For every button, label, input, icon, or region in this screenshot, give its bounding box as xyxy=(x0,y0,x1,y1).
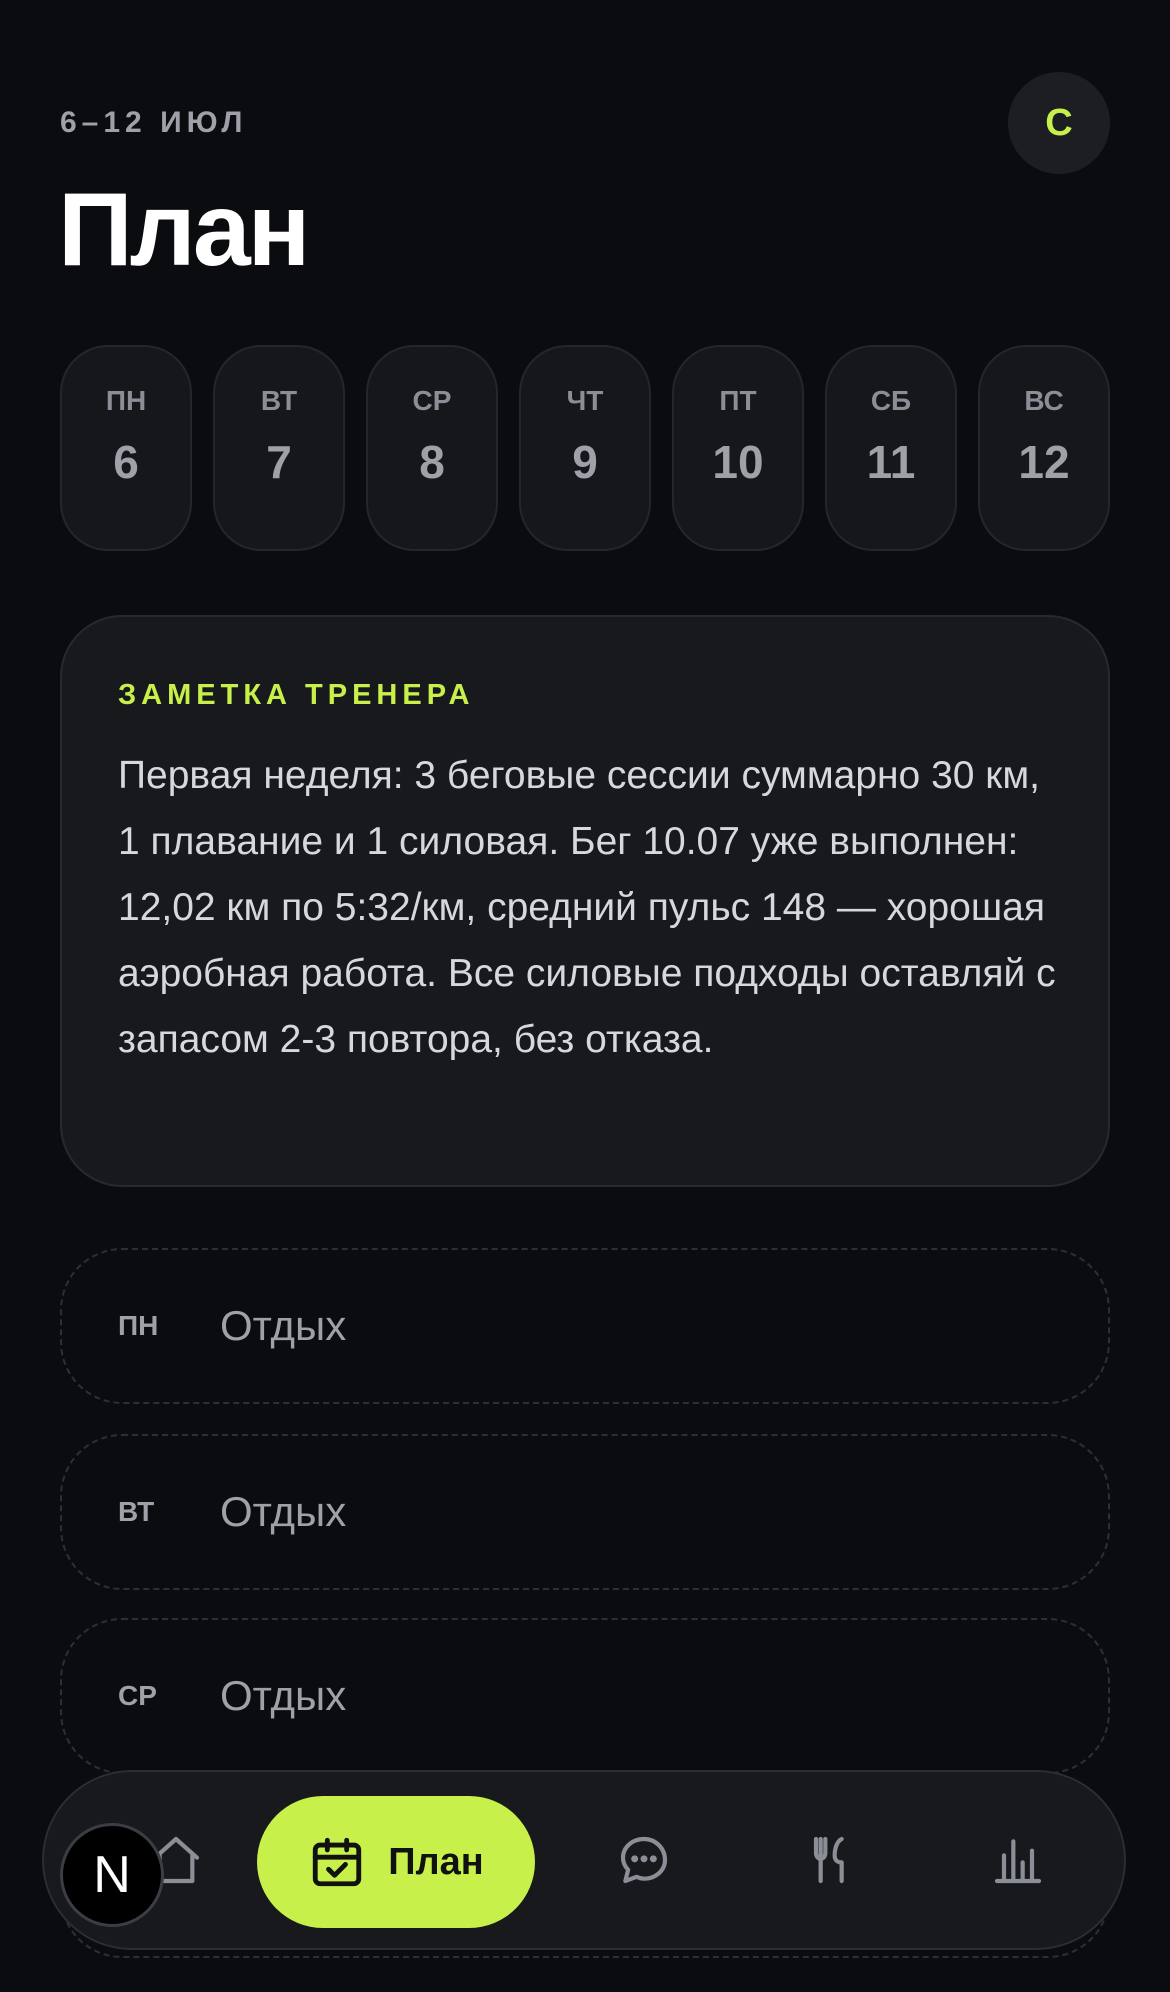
day-pill-weekday: ВС xyxy=(1024,385,1064,416)
day-pill-weekday: ПН xyxy=(105,385,147,416)
day-pill-date: 8 xyxy=(419,436,445,488)
chat-icon xyxy=(620,1836,668,1884)
day-pill-date: 9 xyxy=(572,436,598,488)
bottom-tab-bar: План xyxy=(42,1770,1126,1950)
coach-note-card: ЗАМЕТКА ТРЕНЕРА Первая неделя: 3 беговые… xyxy=(60,615,1110,1187)
schedule-row-status: Отдых xyxy=(220,1302,347,1349)
day-pill-weekday: ЧТ xyxy=(566,385,604,416)
day-pill-date: 7 xyxy=(266,436,292,488)
schedule-row-weekday: ВТ xyxy=(118,1496,155,1527)
day-pill-date: 10 xyxy=(712,436,764,488)
schedule-row-weekday: СР xyxy=(118,1680,157,1711)
tab-plan-label: План xyxy=(388,1840,484,1883)
tab-plan[interactable]: План xyxy=(257,1796,535,1928)
schedule-row-tue[interactable]: ВТ Отдых xyxy=(60,1434,1110,1590)
schedule-row-status: Отдых xyxy=(220,1488,347,1535)
day-pill-sat[interactable]: СБ 11 xyxy=(825,345,957,551)
week-date-range: 6–12 ИЮЛ xyxy=(60,106,248,139)
day-pill-weekday: ПТ xyxy=(719,385,757,416)
schedule-row-weekday: ПН xyxy=(118,1310,159,1341)
schedule-row-status: Отдых xyxy=(220,1672,347,1719)
n-logo-badge[interactable]: N xyxy=(60,1823,164,1927)
tab-chat[interactable] xyxy=(584,1772,704,1948)
day-pill-weekday: СБ xyxy=(870,385,912,416)
day-pill-sun[interactable]: ВС 12 xyxy=(978,345,1110,551)
day-pill-weekday: ВТ xyxy=(260,385,298,416)
day-pill-fri[interactable]: ПТ 10 xyxy=(672,345,804,551)
profile-avatar[interactable]: С xyxy=(1008,72,1110,174)
plan-screen: 6–12 ИЮЛ С План ПН 6 ВТ 7 СР 8 ЧТ 9 ПТ 1… xyxy=(0,0,1170,1992)
bar-chart-icon xyxy=(994,1839,1042,1884)
fork-knife-icon xyxy=(813,1836,844,1884)
tab-stats[interactable] xyxy=(958,1772,1078,1948)
week-day-selector: ПН 6 ВТ 7 СР 8 ЧТ 9 ПТ 10 СБ 11 ВС 12 xyxy=(60,345,1110,555)
coach-note-label: ЗАМЕТКА ТРЕНЕРА xyxy=(118,679,475,711)
day-pill-date: 6 xyxy=(113,436,139,488)
day-pill-wed[interactable]: СР 8 xyxy=(366,345,498,551)
day-pill-date: 12 xyxy=(1018,436,1070,488)
schedule-row-mon[interactable]: ПН Отдых xyxy=(60,1248,1110,1404)
day-pill-thu[interactable]: ЧТ 9 xyxy=(519,345,651,551)
day-pill-weekday: СР xyxy=(412,385,452,416)
coach-note-text: Первая неделя: 3 беговые сессии суммарно… xyxy=(118,754,1056,1061)
page-title: План xyxy=(58,172,310,288)
tab-nutrition[interactable] xyxy=(770,1772,890,1948)
calendar-check-icon xyxy=(313,1837,362,1887)
day-pill-date: 11 xyxy=(866,436,916,488)
day-pill-mon[interactable]: ПН 6 xyxy=(60,345,192,551)
day-pill-tue[interactable]: ВТ 7 xyxy=(213,345,345,551)
schedule-row-wed[interactable]: СР Отдых xyxy=(60,1618,1110,1774)
